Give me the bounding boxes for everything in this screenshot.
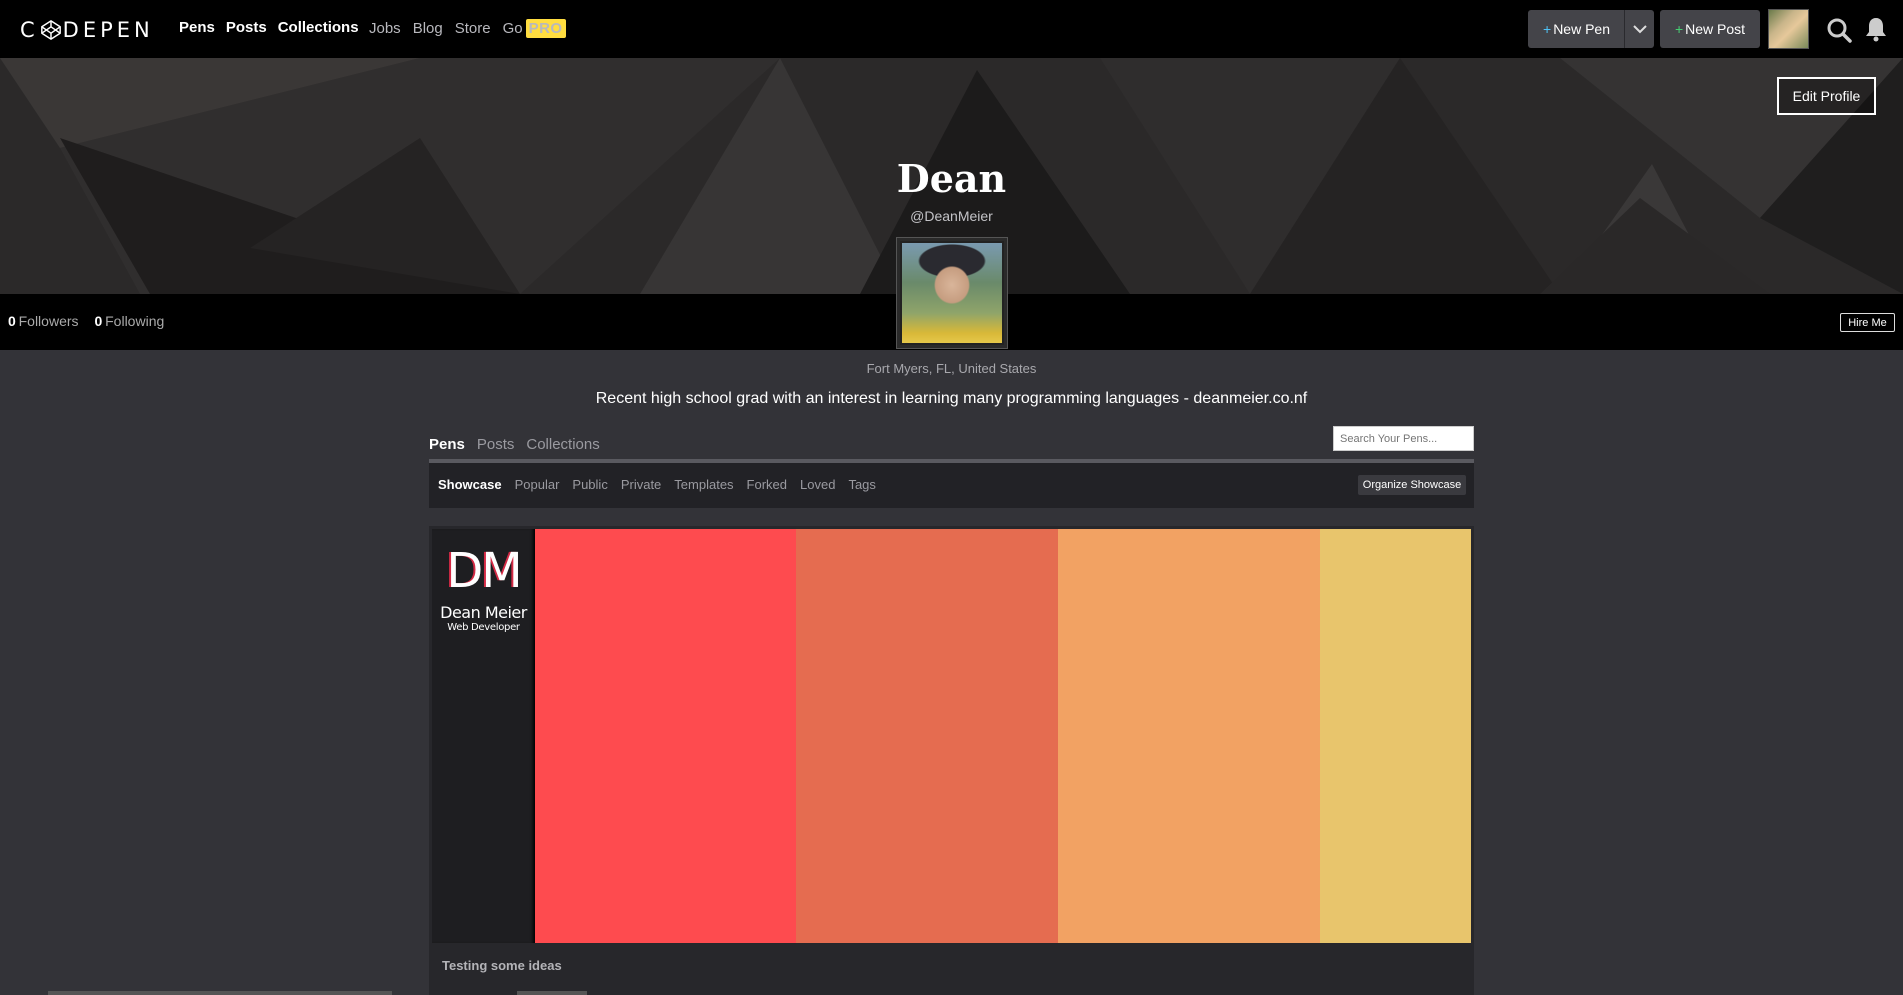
tab-posts[interactable]: Posts bbox=[477, 436, 515, 453]
dm-logo-letters: DM bbox=[446, 543, 522, 599]
pens-filter-bar: Showcase Popular Public Private Template… bbox=[429, 463, 1474, 508]
subtab-showcase[interactable]: Showcase bbox=[438, 477, 502, 492]
showcase-pen-card: DM Dean Meier Web Developer Testing some… bbox=[429, 526, 1474, 995]
nav-link-posts[interactable]: Posts bbox=[226, 19, 267, 36]
followers-label: Followers bbox=[18, 313, 79, 329]
color-swatch bbox=[796, 529, 1058, 943]
profile-name: Dean bbox=[896, 156, 1007, 201]
nav-link-go-pro[interactable]: Go PRO bbox=[502, 19, 566, 38]
color-swatch bbox=[1320, 529, 1471, 943]
profile-handle[interactable]: @DeanMeier bbox=[0, 208, 1903, 224]
profile-avatar[interactable] bbox=[897, 238, 1007, 348]
nav-link-blog[interactable]: Blog bbox=[413, 20, 443, 37]
nav-link-jobs[interactable]: Jobs bbox=[369, 20, 401, 37]
plus-icon: + bbox=[1543, 21, 1552, 37]
dm-logo: DM Dean Meier Web Developer bbox=[432, 545, 535, 633]
user-avatar[interactable] bbox=[1768, 9, 1809, 49]
nav-link-pens[interactable]: Pens bbox=[179, 19, 215, 36]
subtab-templates[interactable]: Templates bbox=[674, 477, 733, 492]
tab-pens[interactable]: Pens bbox=[429, 436, 465, 453]
new-pen-dropdown-button[interactable] bbox=[1624, 10, 1654, 48]
profile-tabs: Pens Posts Collections bbox=[429, 436, 600, 453]
codepen-cube-icon bbox=[40, 20, 61, 40]
go-label: Go bbox=[502, 20, 523, 37]
new-pen-button[interactable]: + New Pen bbox=[1528, 10, 1625, 48]
search-icon[interactable] bbox=[1826, 17, 1852, 43]
subtab-public[interactable]: Public bbox=[572, 477, 607, 492]
edit-profile-button[interactable]: Edit Profile bbox=[1777, 77, 1876, 115]
subtab-forked[interactable]: Forked bbox=[747, 477, 787, 492]
hire-me-button[interactable]: Hire Me bbox=[1840, 313, 1895, 332]
followers-link[interactable]: 0 Followers bbox=[8, 313, 79, 329]
top-navigation: C DEPEN Pens Posts Collections Jobs Blog… bbox=[0, 0, 1903, 58]
following-label: Following bbox=[105, 313, 165, 329]
color-swatch bbox=[1058, 529, 1320, 943]
subtab-tags[interactable]: Tags bbox=[848, 477, 875, 492]
profile-photo bbox=[902, 243, 1002, 343]
profile-bio: Recent high school grad with an interest… bbox=[595, 390, 1308, 407]
tab-collections[interactable]: Collections bbox=[526, 436, 599, 453]
nav-link-collections[interactable]: Collections bbox=[278, 19, 359, 36]
following-link[interactable]: 0 Following bbox=[95, 313, 165, 329]
profile-location: Fort Myers, FL, United States bbox=[866, 361, 1037, 376]
dm-logo-subtitle: Web Developer bbox=[447, 622, 520, 633]
dm-logo-name: Dean Meier bbox=[440, 603, 527, 622]
scrollbar-track bbox=[48, 991, 392, 995]
subtab-private[interactable]: Private bbox=[621, 477, 661, 492]
nav-link-store[interactable]: Store bbox=[455, 20, 491, 37]
subtab-loved[interactable]: Loved bbox=[800, 477, 835, 492]
plus-icon: + bbox=[1674, 21, 1684, 37]
new-post-button[interactable]: + New Post bbox=[1660, 10, 1760, 48]
new-post-label: New Post bbox=[1685, 21, 1746, 37]
organize-showcase-button[interactable]: Organize Showcase bbox=[1358, 475, 1466, 495]
bell-icon[interactable] bbox=[1864, 16, 1888, 42]
pen-preview[interactable]: DM Dean Meier Web Developer bbox=[432, 529, 1471, 943]
scrollbar-thumb bbox=[517, 991, 587, 995]
subtab-popular[interactable]: Popular bbox=[515, 477, 560, 492]
new-pen-label: New Pen bbox=[1553, 21, 1610, 37]
pro-badge: PRO bbox=[525, 19, 566, 38]
followers-count: 0 bbox=[8, 313, 16, 329]
search-pens-input[interactable] bbox=[1333, 426, 1474, 451]
codepen-logo[interactable]: C DEPEN bbox=[20, 18, 154, 42]
pen-title[interactable]: Testing some ideas bbox=[442, 958, 562, 973]
color-swatch bbox=[535, 529, 796, 943]
chevron-down-icon bbox=[1632, 25, 1647, 34]
following-count: 0 bbox=[94, 313, 103, 329]
pen-preview-sidebar: DM Dean Meier Web Developer bbox=[432, 529, 535, 943]
